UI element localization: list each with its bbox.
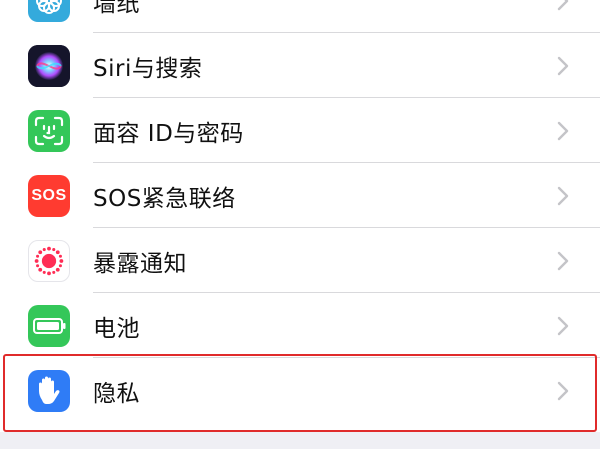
- battery-icon: [28, 304, 70, 347]
- section-gap: [0, 432, 600, 449]
- sos-icon: SOS: [28, 174, 70, 217]
- settings-row-wallpaper[interactable]: 墙纸: [0, 0, 600, 33]
- chevron-right-icon: [557, 56, 569, 75]
- settings-row-siri[interactable]: Siri与搜索: [0, 33, 600, 98]
- siri-icon: [28, 44, 70, 87]
- settings-row-label: 电池: [93, 315, 140, 342]
- settings-row-exposure[interactable]: 暴露通知: [0, 228, 600, 293]
- settings-row-label: 墙纸: [93, 0, 140, 17]
- chevron-right-icon: [557, 381, 569, 400]
- chevron-right-icon: [557, 186, 569, 205]
- settings-row-privacy[interactable]: 隐私: [0, 358, 600, 423]
- settings-row-battery[interactable]: 电池: [0, 293, 600, 358]
- settings-list: 墙纸 Siri与搜索 面容 ID与密码 SOS SOS紧急联络 暴露通知 电池 …: [0, 0, 600, 423]
- settings-row-label: 面容 ID与密码: [93, 120, 244, 147]
- exposure-notification-icon: [28, 239, 70, 282]
- chevron-right-icon: [557, 251, 569, 270]
- wallpaper-icon: [28, 0, 70, 22]
- privacy-hand-icon: [28, 369, 70, 412]
- face-id-icon: [28, 109, 70, 152]
- settings-row-label: 暴露通知: [93, 250, 187, 277]
- settings-row-sos[interactable]: SOS SOS紧急联络: [0, 163, 600, 228]
- chevron-right-icon: [557, 121, 569, 140]
- settings-row-label: SOS紧急联络: [93, 185, 236, 212]
- chevron-right-icon: [557, 316, 569, 335]
- settings-row-label: Siri与搜索: [93, 55, 203, 82]
- sos-badge-text: SOS: [31, 186, 67, 204]
- settings-screen: 墙纸 Siri与搜索 面容 ID与密码 SOS SOS紧急联络 暴露通知 电池 …: [0, 0, 600, 449]
- settings-row-face-id[interactable]: 面容 ID与密码: [0, 98, 600, 163]
- settings-row-label: 隐私: [93, 380, 140, 407]
- chevron-right-icon: [557, 0, 569, 10]
